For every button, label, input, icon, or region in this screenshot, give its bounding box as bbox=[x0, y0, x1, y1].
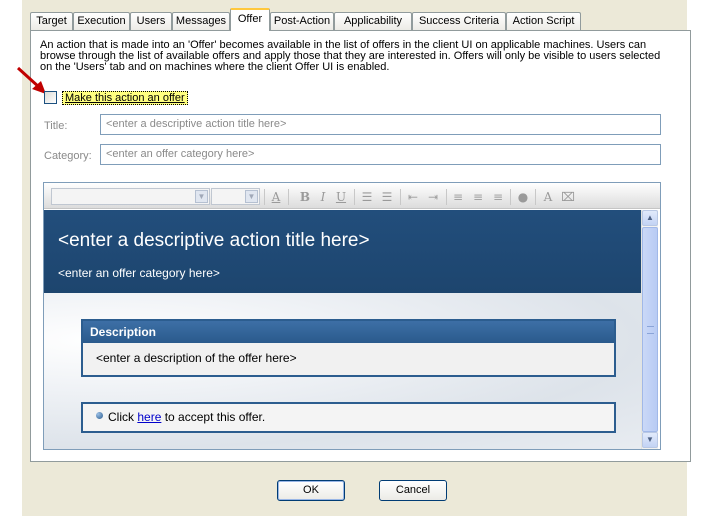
offer-intro-text: An action that is made into an 'Offer' b… bbox=[40, 40, 686, 73]
tab-offer[interactable]: Offer bbox=[230, 8, 270, 31]
font-color-icon[interactable]: A bbox=[268, 189, 284, 205]
bullet-list-icon[interactable]: ☰ bbox=[379, 189, 395, 205]
accept-prefix: Click bbox=[108, 410, 138, 424]
tab-users[interactable]: Users bbox=[130, 12, 172, 30]
align-right-icon[interactable]: ≡ bbox=[490, 189, 506, 205]
chevron-down-icon: ▼ bbox=[245, 190, 258, 203]
editor-toolbar: ▼ ▼ A B I U ☰ ☰ ⇤ ⇥ ≡ ≡ ≡ ● A ⌧ bbox=[44, 183, 660, 209]
toolbar-separator bbox=[510, 189, 511, 205]
category-label: Category: bbox=[44, 150, 92, 162]
scroll-grip bbox=[647, 326, 654, 334]
spell-check-icon[interactable]: A bbox=[540, 189, 556, 205]
scroll-thumb[interactable] bbox=[642, 227, 658, 432]
tab-messages[interactable]: Messages bbox=[172, 12, 230, 30]
bold-icon[interactable]: B bbox=[297, 189, 313, 205]
italic-icon[interactable]: I bbox=[315, 189, 331, 205]
accept-offer-link[interactable]: here bbox=[137, 410, 161, 424]
make-offer-checkbox[interactable] bbox=[44, 91, 57, 104]
chevron-down-icon: ▼ bbox=[195, 190, 208, 203]
make-offer-row[interactable]: Make this action an offer bbox=[44, 90, 188, 105]
scroll-down-icon[interactable]: ▼ bbox=[642, 432, 658, 448]
editor-scrollbar[interactable]: ▲ ▼ bbox=[641, 210, 658, 449]
tab-success-criteria[interactable]: Success Criteria bbox=[412, 12, 506, 30]
preview-title: <enter a descriptive action title here> bbox=[58, 230, 370, 251]
toolbar-separator bbox=[288, 189, 289, 205]
tab-execution[interactable]: Execution bbox=[73, 12, 130, 30]
outdent-icon[interactable]: ⇤ bbox=[405, 189, 421, 205]
tab-target[interactable]: Target bbox=[30, 12, 73, 30]
align-center-icon[interactable]: ≡ bbox=[470, 189, 486, 205]
toolbar-separator bbox=[400, 189, 401, 205]
accept-suffix: to accept this offer. bbox=[161, 410, 266, 424]
toolbar-separator bbox=[446, 189, 447, 205]
category-input[interactable]: <enter an offer category here> bbox=[100, 144, 661, 165]
toolbar-separator bbox=[264, 189, 265, 205]
bullet-icon bbox=[96, 412, 103, 419]
make-offer-label[interactable]: Make this action an offer bbox=[62, 90, 188, 105]
numbered-list-icon[interactable]: ☰ bbox=[359, 189, 375, 205]
underline-icon[interactable]: U bbox=[333, 189, 349, 205]
toolbar-separator bbox=[535, 189, 536, 205]
intro-line: on the 'Users' tab and on machines where… bbox=[40, 61, 390, 73]
ok-button[interactable]: OK bbox=[277, 480, 345, 501]
tab-applicability[interactable]: Applicability bbox=[334, 12, 412, 30]
insert-link-icon[interactable]: ● bbox=[515, 189, 531, 205]
accept-offer-box: Click here to accept this offer. bbox=[81, 402, 616, 433]
tab-action-script[interactable]: Action Script bbox=[506, 12, 581, 30]
description-body[interactable]: <enter a description of the offer here> bbox=[83, 343, 614, 375]
tab-post-action[interactable]: Post-Action bbox=[270, 12, 334, 30]
preview-header: <enter a descriptive action title here> … bbox=[44, 210, 641, 293]
toolbar-separator bbox=[354, 189, 355, 205]
offer-preview: <enter a descriptive action title here> … bbox=[44, 210, 641, 449]
title-label: Title: bbox=[44, 120, 68, 132]
title-input[interactable]: <enter a descriptive action title here> bbox=[100, 114, 661, 135]
font-family-select[interactable]: ▼ bbox=[51, 188, 210, 205]
align-left-icon[interactable]: ≡ bbox=[450, 189, 466, 205]
indent-icon[interactable]: ⇥ bbox=[425, 189, 441, 205]
font-size-select[interactable]: ▼ bbox=[211, 188, 260, 205]
clear-format-icon[interactable]: ⌧ bbox=[560, 189, 576, 205]
preview-category: <enter an offer category here> bbox=[58, 266, 220, 280]
description-box: Description <enter a description of the … bbox=[81, 319, 616, 377]
scroll-up-icon[interactable]: ▲ bbox=[642, 210, 658, 226]
cancel-button[interactable]: Cancel bbox=[379, 480, 447, 501]
description-heading: Description bbox=[83, 321, 614, 343]
